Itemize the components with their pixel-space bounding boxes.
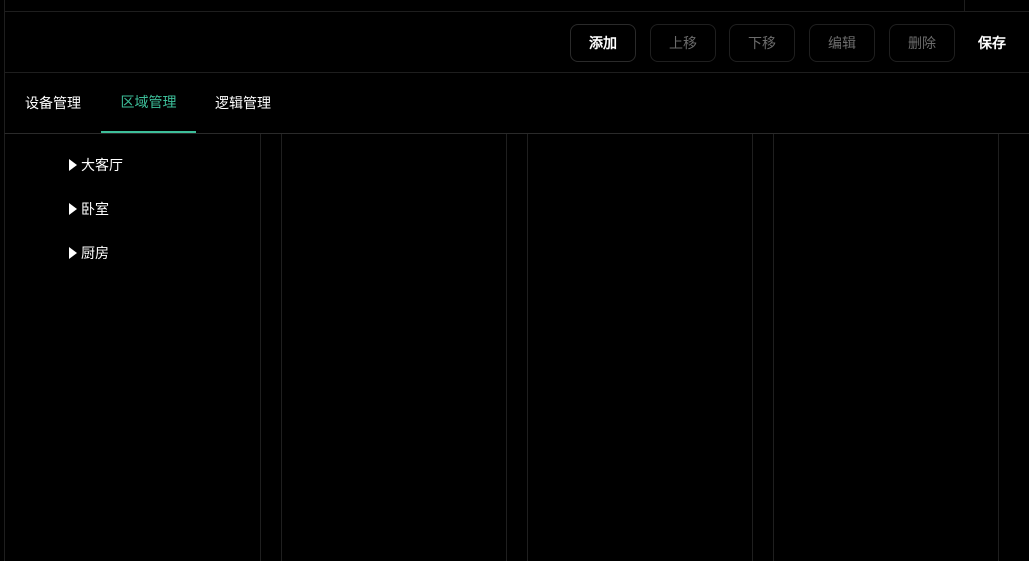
column-divider [998, 134, 999, 561]
save-button[interactable]: 保存 [972, 24, 1012, 62]
tree-item-kitchen[interactable]: 厨房 [69, 243, 109, 263]
column-divider [281, 134, 282, 561]
add-button[interactable]: 添加 [570, 24, 636, 62]
move-up-button[interactable]: 上移 [650, 24, 716, 62]
caret-right-icon[interactable] [69, 159, 77, 171]
caret-right-icon[interactable] [69, 247, 77, 259]
caret-right-icon[interactable] [69, 203, 77, 215]
tab-bar: 设备管理 区域管理 逻辑管理 [4, 73, 1029, 134]
top-strip [4, 0, 1029, 12]
column-divider [752, 134, 753, 561]
tab-device-management[interactable]: 设备管理 [25, 73, 81, 133]
column-divider [527, 134, 528, 561]
toolbar: 添加 上移 下移 编辑 删除 保存 [4, 12, 1029, 73]
tree-item-bedroom[interactable]: 卧室 [69, 199, 109, 219]
edit-button[interactable]: 编辑 [809, 24, 875, 62]
column-divider [260, 134, 261, 561]
move-down-button[interactable]: 下移 [729, 24, 795, 62]
tree-item-label: 大客厅 [81, 158, 123, 174]
column-divider [506, 134, 507, 561]
delete-button[interactable]: 删除 [889, 24, 955, 62]
tree-item-label: 卧室 [81, 202, 109, 218]
tree-item-living-room[interactable]: 大客厅 [69, 155, 123, 175]
tab-area-management[interactable]: 区域管理 [101, 73, 196, 133]
top-strip-divider [964, 0, 965, 12]
column-divider [773, 134, 774, 561]
area-panel: 大客厅 卧室 厨房 [4, 134, 1029, 561]
tab-logic-management[interactable]: 逻辑管理 [215, 73, 271, 133]
tree-item-label: 厨房 [81, 246, 109, 262]
